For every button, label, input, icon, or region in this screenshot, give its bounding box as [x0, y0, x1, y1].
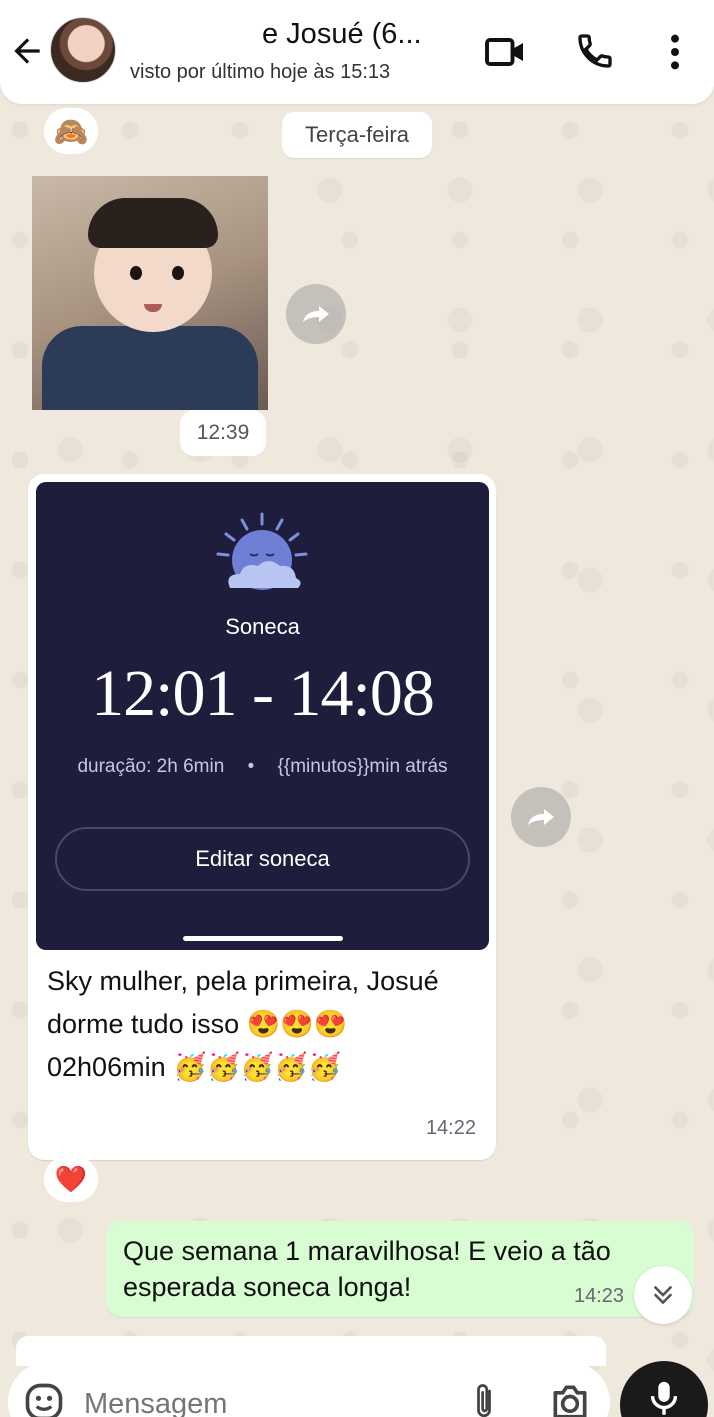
chevrons-down-icon: [654, 1286, 672, 1305]
incoming-timestamp: 14:22: [425, 1117, 476, 1139]
back-arrow-icon[interactable]: [8, 32, 46, 70]
chat-title[interactable]: e Josué (6...: [262, 18, 422, 51]
paperclip-icon[interactable]: [466, 1380, 502, 1417]
message-line: Sky mulher, pela primeira, Josué: [47, 966, 439, 996]
forward-icon: [303, 306, 329, 322]
incoming-message[interactable]: Soneca 12:01 - 14:08 duração: 2h 6min • …: [28, 474, 496, 1160]
video-call-icon[interactable]: [484, 34, 526, 70]
contact-avatar[interactable]: [50, 17, 116, 83]
edit-nap-button: Editar soneca: [55, 827, 470, 891]
camera-icon[interactable]: [548, 1380, 592, 1417]
emoji-icon[interactable]: [22, 1380, 66, 1417]
outgoing-message[interactable]: Que semana 1 maravilhosa! E veio a tão e…: [106, 1221, 694, 1317]
sticker-shirt: [42, 326, 258, 410]
meta-separator: •: [247, 756, 255, 777]
sticker-eye: [172, 266, 184, 280]
home-indicator: [183, 936, 343, 941]
mic-icon: [650, 1381, 678, 1415]
nap-time-range: 12:01 - 14:08: [91, 657, 435, 730]
date-divider: Terça-feira: [282, 112, 432, 158]
forward-icon: [528, 809, 554, 825]
message-line: 02h06min 🥳🥳🥳🥳🥳: [47, 1052, 342, 1082]
chat-header: e Josué (6... visto por último hoje às 1…: [0, 0, 714, 104]
nap-meta: duração: 2h 6min • {{minutos}}min atrás: [36, 756, 489, 778]
scroll-to-bottom-button[interactable]: [634, 1266, 692, 1324]
sleepy-sun-icon: [216, 512, 308, 590]
outgoing-timestamp: 14:23: [574, 1285, 625, 1307]
nap-duration: duração: 2h 6min: [77, 756, 225, 777]
sticker-reaction[interactable]: 🙈: [44, 108, 98, 154]
forward-button[interactable]: [511, 787, 571, 847]
forward-button[interactable]: [286, 284, 346, 344]
message-input[interactable]: [84, 1382, 444, 1417]
more-vert-icon[interactable]: [664, 32, 686, 72]
sticker-image[interactable]: [32, 176, 268, 410]
heart-reaction[interactable]: ❤️: [44, 1156, 98, 1202]
incoming-message-text: Sky mulher, pela primeira, Josué dorme t…: [47, 960, 487, 1089]
last-seen-status[interactable]: visto por último hoje às 15:13: [130, 61, 390, 84]
message-composer: [8, 1362, 610, 1417]
heart-emoji: ❤️: [54, 1163, 88, 1194]
sticker-hair: [88, 198, 218, 248]
sticker-timestamp: 12:39: [180, 410, 266, 456]
sticker-eye: [130, 266, 142, 280]
nap-ago: {{minutos}}min atrás: [277, 756, 448, 777]
phone-icon[interactable]: [575, 31, 615, 71]
nap-screenshot-image[interactable]: Soneca 12:01 - 14:08 duração: 2h 6min • …: [36, 482, 489, 950]
nap-label: Soneca: [225, 614, 300, 639]
message-line: dorme tudo isso 😍😍😍: [47, 1009, 348, 1039]
